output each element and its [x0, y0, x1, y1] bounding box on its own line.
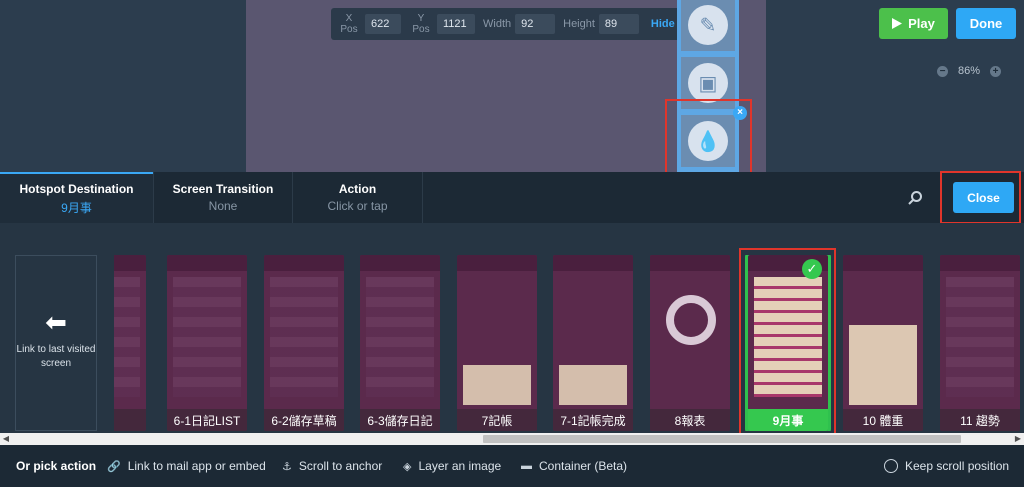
tab-screen-transition[interactable]: Screen Transition None	[154, 172, 292, 223]
money-icon: ▣	[688, 63, 728, 103]
horizontal-scrollbar[interactable]: ◀ ▶	[0, 433, 1024, 445]
width-label: Width	[483, 17, 512, 30]
scrollbar-thumb[interactable]	[483, 435, 961, 443]
scroll-left-icon[interactable]: ◀	[0, 433, 12, 445]
tab-bar: Hotspot Destination 9月事 Screen Transitio…	[0, 172, 1024, 223]
container-action[interactable]: ▬ Container (Beta)	[521, 445, 627, 487]
layer-image-action[interactable]: ◈ Layer an image	[403, 445, 501, 487]
zoom-out-icon[interactable]: −	[937, 65, 948, 77]
width-input[interactable]: 92	[515, 14, 556, 34]
zoom-level: 86%	[958, 65, 981, 77]
hotspot-coordinates-bar: X Pos 622 Y Pos 1121 Width 92 Height 89 Hi…	[331, 8, 697, 40]
pencil-icon: ✎	[688, 5, 728, 45]
screen-thumbnail[interactable]: 10 體重	[843, 255, 923, 431]
y-pos-input[interactable]: 1121	[437, 14, 475, 34]
tab-hotspot-destination[interactable]: Hotspot Destination 9月事	[0, 172, 153, 223]
highlight-selected-screen	[739, 248, 836, 438]
screen-thumbnail[interactable]: 記	[114, 255, 146, 431]
pick-action-label: Or pick action	[16, 459, 97, 473]
anchor-icon: ⚓	[282, 460, 292, 473]
done-button[interactable]: Done	[956, 8, 1016, 39]
scroll-right-icon[interactable]: ▶	[1012, 433, 1024, 445]
zoom-in-icon[interactable]: +	[990, 65, 1002, 77]
screen-thumbnail[interactable]: 11 趨勢	[940, 255, 1020, 431]
scroll-anchor-action[interactable]: ⚓ Scroll to anchor	[282, 445, 382, 487]
link-to-last-visited-button[interactable]: ⬅ Link to last visited screen	[15, 255, 97, 431]
hotspot-tile-edit[interactable]: ✎	[680, 0, 736, 52]
zoom-control: − 86% +	[937, 65, 1002, 77]
search-icon[interactable]	[907, 190, 923, 206]
keep-scroll-option[interactable]: Keep scroll position	[884, 445, 1009, 487]
screen-thumbnails: 記 6-1日記LIST 6-2儲存草稿 6-3儲存日記 7記帳 7-1記帳完成 …	[114, 255, 1024, 431]
screen-thumbnail[interactable]: 8報表	[650, 255, 730, 431]
play-icon	[892, 18, 903, 29]
screen-thumbnail[interactable]: 7記帳	[457, 255, 537, 431]
link-icon: 🔗	[107, 460, 121, 473]
radio-icon[interactable]	[884, 459, 898, 473]
container-icon: ▬	[521, 460, 532, 472]
screen-thumbnail[interactable]: 6-2儲存草稿	[264, 255, 344, 431]
height-label: Height	[563, 17, 595, 30]
link-mail-action[interactable]: 🔗 Link to mail app or embed	[107, 445, 266, 487]
tab-action[interactable]: Action Click or tap	[293, 172, 422, 223]
link-last-label: Link to last visited screen	[16, 344, 96, 369]
layers-icon: ◈	[403, 460, 412, 473]
play-button[interactable]: Play	[879, 8, 948, 39]
screen-thumbnail[interactable]: 6-1日記LIST	[167, 255, 247, 431]
x-pos-label: X Pos	[340, 13, 358, 35]
screen-thumbnail[interactable]: 6-3儲存日記	[360, 255, 440, 431]
action-bar: Or pick action 🔗 Link to mail app or emb…	[0, 445, 1024, 487]
x-pos-input[interactable]: 622	[365, 14, 401, 34]
screens-strip: ⬅ Link to last visited screen 記 6-1日記LIS…	[0, 223, 1024, 438]
screen-thumbnail[interactable]: 7-1記帳完成	[553, 255, 633, 431]
hide-button[interactable]: Hide	[651, 18, 675, 30]
height-input[interactable]: 89	[598, 14, 639, 34]
arrow-left-icon: ⬅	[45, 307, 67, 337]
canvas-area: X Pos 622 Y Pos 1121 Width 92 Height 89 Hi…	[0, 0, 1024, 188]
highlight-close	[940, 171, 1021, 224]
y-pos-label: Y Pos	[412, 13, 430, 35]
